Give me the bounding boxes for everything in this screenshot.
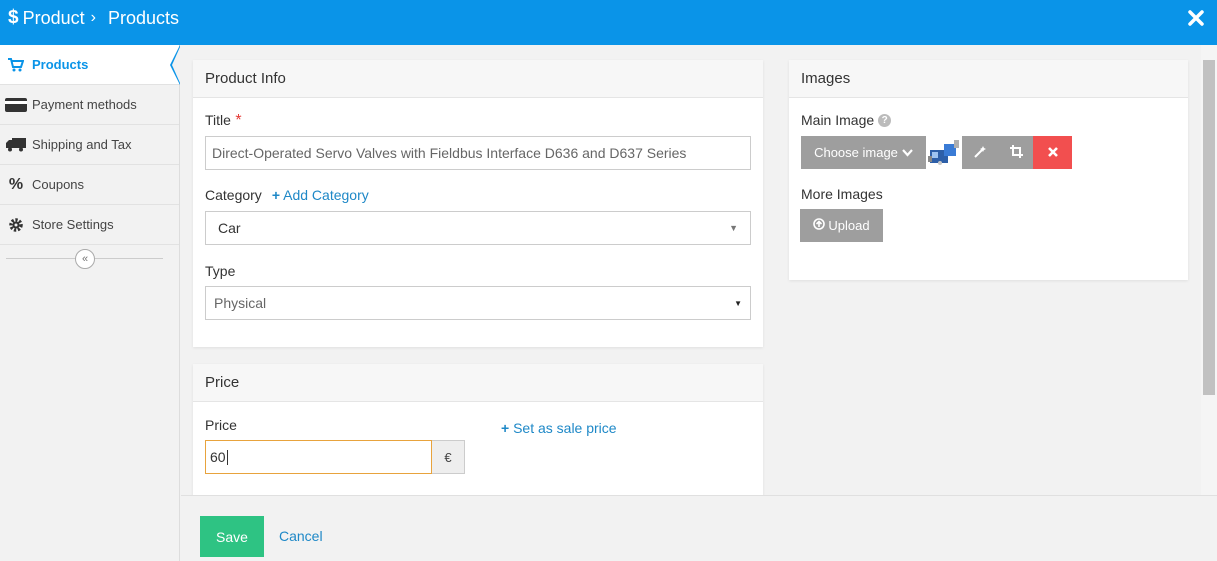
sidebar-item-payment-methods[interactable]: Payment methods	[0, 85, 179, 125]
magic-wand-button[interactable]	[962, 136, 999, 169]
choose-image-button[interactable]: Choose image	[801, 136, 926, 169]
sidebar: Products Payment methods Shipping and Ta…	[0, 45, 180, 561]
cart-icon	[0, 57, 32, 72]
title-label-row: Title *	[205, 112, 242, 130]
breadcrumb: $ Product › Products	[8, 7, 179, 29]
choose-image-label: Choose image	[814, 145, 898, 160]
category-label-row: Category + Add Category	[205, 187, 369, 203]
category-value: Car	[218, 220, 241, 236]
truck-icon	[0, 137, 32, 152]
type-select[interactable]: Physical ▼	[205, 286, 751, 320]
caret-down-icon: ▼	[729, 223, 738, 233]
upload-button[interactable]: Upload	[800, 209, 883, 242]
remove-image-button[interactable]	[1033, 136, 1072, 169]
footer-actions: Save Cancel	[181, 495, 1217, 561]
crop-button[interactable]	[999, 136, 1033, 169]
currency-addon: €	[432, 440, 465, 474]
add-category-label: Add Category	[283, 187, 369, 203]
more-images-label: More Images	[801, 186, 883, 202]
plus-icon: +	[501, 420, 510, 436]
close-icon[interactable]	[1187, 9, 1205, 27]
page-title: Products	[107, 7, 179, 28]
top-bar: $ Product › Products	[0, 0, 1217, 45]
caret-down-icon: ▼	[734, 298, 742, 308]
sidebar-item-store-settings[interactable]: Store Settings	[0, 205, 179, 245]
main-image-thumbnail[interactable]	[928, 136, 962, 169]
close-icon	[1047, 144, 1058, 162]
sidebar-item-products[interactable]: Products	[0, 45, 180, 85]
add-category-link[interactable]: + Add Category	[272, 187, 369, 203]
scrollbar-thumb[interactable]	[1203, 60, 1215, 395]
sidebar-item-coupons[interactable]: % Coupons	[0, 165, 179, 205]
price-panel: Price Price 60 € + Set as sale price	[193, 364, 763, 495]
breadcrumb-separator: ›	[90, 9, 96, 26]
price-input[interactable]: 60	[205, 440, 432, 474]
product-info-panel: Product Info Title * Direct-Operated Ser…	[193, 60, 763, 347]
credit-card-icon	[0, 97, 32, 112]
set-sale-price-link[interactable]: + Set as sale price	[501, 420, 617, 436]
panel-heading: Images	[789, 60, 1188, 98]
cancel-button[interactable]: Cancel	[279, 528, 323, 544]
sidebar-item-label: Shipping and Tax	[32, 137, 132, 152]
panel-heading: Product Info	[193, 60, 763, 98]
category-select[interactable]: Car ▼	[205, 211, 751, 245]
required-mark: *	[235, 112, 242, 129]
sidebar-item-label: Payment methods	[32, 97, 137, 112]
main-image-label-row: Main Image ?	[801, 112, 892, 128]
images-panel: Images Main Image ? Choose image More Im…	[789, 60, 1188, 280]
main-image-label: Main Image	[801, 112, 875, 128]
sidebar-item-label: Coupons	[32, 177, 85, 192]
chevron-down-icon	[902, 145, 913, 160]
type-label: Type	[205, 263, 236, 279]
dollar-icon: $	[8, 7, 19, 28]
category-label: Category	[205, 187, 262, 203]
upload-circle-icon	[813, 218, 826, 233]
sidebar-item-shipping-and-tax[interactable]: Shipping and Tax	[0, 125, 179, 165]
magic-wand-icon	[974, 145, 987, 161]
breadcrumb-root[interactable]: Product	[23, 8, 85, 29]
type-value: Physical	[214, 295, 267, 311]
set-sale-price-label: Set as sale price	[513, 420, 617, 436]
help-icon[interactable]: ?	[878, 113, 892, 127]
double-chevron-left-icon[interactable]: «	[75, 249, 95, 269]
price-label: Price	[205, 417, 237, 433]
sidebar-item-label: Store Settings	[32, 217, 114, 232]
save-button[interactable]: Save	[200, 516, 264, 557]
gear-icon	[0, 217, 32, 233]
panel-heading: Price	[193, 364, 763, 402]
upload-label: Upload	[828, 218, 870, 233]
price-value: 60	[210, 449, 226, 465]
percent-icon: %	[8, 175, 24, 193]
text-cursor	[226, 449, 228, 465]
sidebar-collapse-row: «	[0, 245, 179, 273]
title-label: Title	[205, 112, 231, 128]
plus-icon: +	[271, 187, 280, 203]
title-input[interactable]: Direct-Operated Servo Valves with Fieldb…	[205, 136, 751, 170]
sidebar-item-label: Products	[32, 57, 89, 72]
crop-icon	[1009, 144, 1023, 161]
main-content: Product Info Title * Direct-Operated Ser…	[181, 45, 1201, 495]
